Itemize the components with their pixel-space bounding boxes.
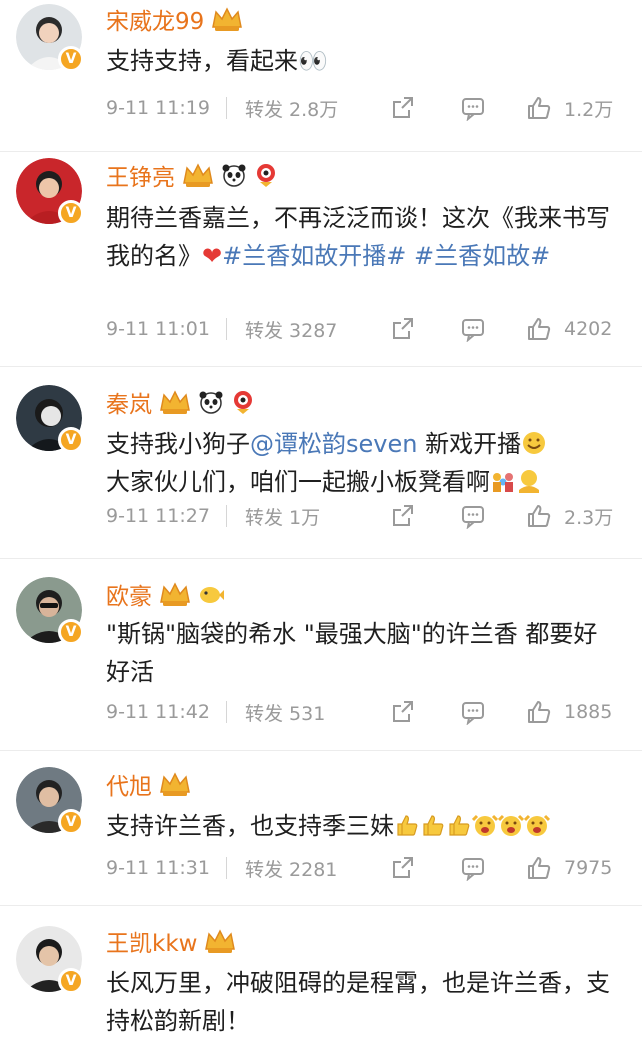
comment-item: V 欧豪 "斯锅"脑袋的希水 "最强大脑"的许兰香 都要好好活 9-11 11:… [0, 559, 642, 751]
comment-icon[interactable] [460, 699, 486, 725]
share-icon[interactable] [390, 503, 416, 529]
username[interactable]: 秦岚 [106, 385, 152, 419]
forward-count[interactable]: 转发 2.8万 [245, 95, 390, 122]
comment-item: V 王铮亮 期待兰香嘉兰，不再泛泛而谈！这次《我来书写我的名》❤#兰香如故开播#… [0, 152, 642, 367]
family-emoji-icon [493, 473, 513, 492]
text-segment: 新戏开播 [417, 430, 522, 458]
divider [226, 318, 227, 340]
topic-link[interactable]: #兰香如故# [414, 242, 550, 270]
username[interactable]: 宋威龙99 [106, 2, 204, 36]
comment-text: 支持支持，看起来👀 [106, 47, 328, 75]
cheering-emoji-icon [524, 814, 550, 836]
text-segment: 支持我小狗子 [106, 430, 250, 458]
crown-icon [160, 390, 190, 414]
divider [226, 701, 227, 723]
crown-icon [212, 7, 243, 31]
panda-icon [199, 391, 223, 414]
share-icon[interactable] [390, 316, 416, 342]
mascot-icon [234, 391, 252, 414]
avatar[interactable]: V [16, 767, 84, 835]
forward-count[interactable]: 转发 1万 [245, 503, 390, 530]
like-count: 1.2万 [564, 98, 614, 121]
verified-badge-icon: V [58, 200, 84, 226]
divider [226, 505, 227, 527]
text-segment: 支持许兰香，也支持季三妹 [106, 812, 394, 840]
comment-item: V 王凯kkw 长风万里，冲破阻碍的是程霄，也是许兰香，支持松韵新剧！ [0, 906, 642, 1044]
verified-badge-icon: V [58, 968, 84, 994]
comment-text: 期待兰香嘉兰，不再泛泛而谈！这次《我来书写我的名》❤#兰香如故开播# #兰香如故… [106, 199, 616, 275]
bowing-emoji-icon [519, 470, 539, 493]
comment-item: V 秦岚 支持我小狗子@谭松韵seven 新戏开播大家伙儿们，咱们一起搬小板凳看… [0, 367, 642, 559]
share-icon[interactable] [390, 95, 416, 121]
forward-count[interactable]: 转发 3287 [245, 316, 390, 343]
comment-text: 支持许兰香，也支持季三妹 [106, 807, 616, 845]
like-count: 1885 [564, 701, 613, 723]
mention-link[interactable]: @谭松韵seven [250, 430, 417, 458]
cheering-emoji-icon [472, 814, 498, 836]
username[interactable]: 欧豪 [106, 577, 152, 611]
like-icon[interactable] [526, 95, 552, 121]
comment-text: 长风万里，冲破阻碍的是程霄，也是许兰香，支持松韵新剧！ [106, 969, 610, 1035]
thumbs-up-emoji-icon [397, 815, 418, 836]
username[interactable]: 王凯kkw [106, 924, 197, 958]
comment-icon[interactable] [460, 316, 486, 342]
like-icon[interactable] [526, 503, 552, 529]
timestamp: 9-11 11:19 [106, 97, 210, 119]
comment-icon[interactable] [460, 503, 486, 529]
thumbs-up-emoji-icon [449, 815, 470, 836]
username[interactable]: 代旭 [106, 767, 152, 801]
cheering-emoji-icon [498, 814, 524, 836]
share-icon[interactable] [390, 855, 416, 881]
comment-text: 支持我小狗子@谭松韵seven 新戏开播大家伙儿们，咱们一起搬小板凳看啊 [106, 425, 616, 501]
avatar[interactable]: V [16, 4, 84, 72]
avatar[interactable]: V [16, 385, 84, 453]
text-segment: 大家伙儿们，咱们一起搬小板凳看啊 [106, 468, 490, 496]
like-count: 2.3万 [564, 506, 614, 529]
timestamp: 9-11 11:42 [106, 701, 210, 723]
happy-emoji-icon [523, 432, 546, 454]
avatar[interactable]: V [16, 926, 84, 994]
text-segment [406, 242, 414, 270]
comment-item: V 宋威龙99 支持支持，看起来👀 9-11 11:19 转发 2.8万 1.2… [0, 0, 642, 152]
comment-text: "斯锅"脑袋的希水 "最强大脑"的许兰香 都要好好活 [106, 620, 598, 686]
verified-badge-icon: V [58, 46, 84, 72]
verified-badge-icon: V [58, 809, 84, 835]
timestamp: 9-11 11:31 [106, 857, 210, 879]
mascot-icon [257, 164, 275, 187]
pufferfish-icon [200, 587, 224, 603]
crown-icon [160, 582, 190, 606]
verified-badge-icon: V [58, 619, 84, 645]
divider [226, 97, 227, 119]
avatar[interactable]: V [16, 577, 84, 645]
panda-icon [222, 164, 246, 187]
crown-icon [160, 772, 190, 796]
heart-icon: ❤ [202, 242, 223, 270]
forward-count[interactable]: 转发 531 [245, 699, 390, 726]
crown-icon [183, 163, 213, 187]
thumbs-up-emoji-icon [423, 815, 444, 836]
forward-count[interactable]: 转发 2281 [245, 855, 390, 882]
divider [226, 857, 227, 879]
comment-icon[interactable] [460, 95, 486, 121]
username[interactable]: 王铮亮 [106, 158, 175, 192]
avatar[interactable]: V [16, 158, 84, 226]
share-icon[interactable] [390, 699, 416, 725]
timestamp: 9-11 11:27 [106, 505, 210, 527]
topic-link[interactable]: #兰香如故开播# [222, 242, 406, 270]
verified-badge-icon: V [58, 427, 84, 453]
like-icon[interactable] [526, 316, 552, 342]
like-count: 7975 [564, 857, 613, 879]
like-icon[interactable] [526, 855, 552, 881]
crown-icon [205, 929, 236, 953]
like-count: 4202 [564, 318, 613, 340]
timestamp: 9-11 11:01 [106, 318, 210, 340]
comment-item: V 代旭 支持许兰香，也支持季三妹 9-11 11:31 转发 2281 797… [0, 751, 642, 906]
like-icon[interactable] [526, 699, 552, 725]
comment-feed: V 宋威龙99 支持支持，看起来👀 9-11 11:19 转发 2.8万 1.2… [0, 0, 642, 1044]
comment-icon[interactable] [460, 855, 486, 881]
